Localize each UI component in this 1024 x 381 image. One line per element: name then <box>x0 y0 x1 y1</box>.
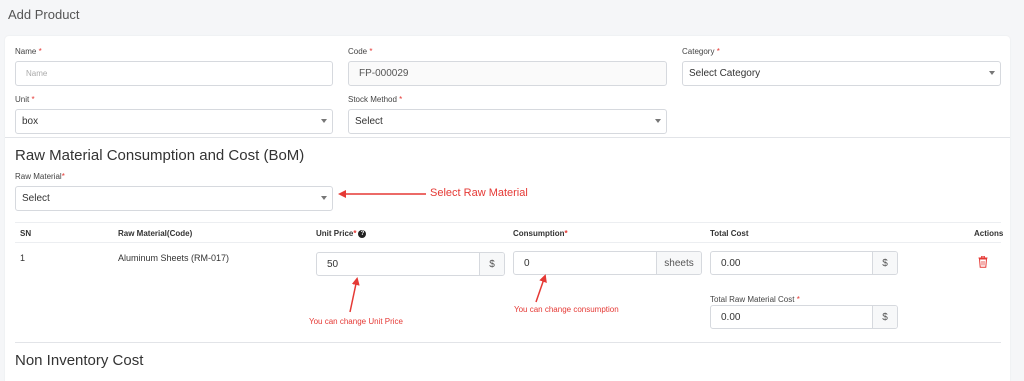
arrow-to-consumption <box>535 274 547 303</box>
section-divider-2 <box>15 342 1001 343</box>
non-inventory-section-title: Non Inventory Cost <box>15 352 144 369</box>
arrow-to-unit-price <box>349 277 360 313</box>
annotation-arrows <box>338 190 547 313</box>
